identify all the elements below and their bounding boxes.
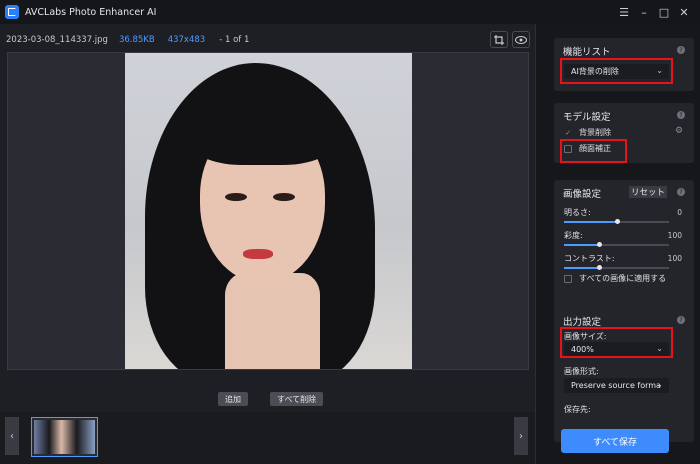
checkbox-icon xyxy=(564,274,572,283)
brightness-label: 明るさ: xyxy=(564,208,591,217)
thumbnail-image xyxy=(34,420,95,454)
minimize-icon[interactable]: – xyxy=(634,0,654,24)
reset-button[interactable]: リセット xyxy=(629,186,668,198)
apply-all-checkbox[interactable]: すべての画像に適用する xyxy=(564,273,666,284)
file-size: 36.85KB xyxy=(118,35,155,45)
brightness-slider[interactable] xyxy=(564,219,669,224)
brightness-value: 0 xyxy=(677,208,682,217)
crop-button[interactable] xyxy=(490,31,508,48)
app-title: AVCLabs Photo Enhancer AI xyxy=(25,6,157,18)
help-icon[interactable]: ? xyxy=(677,188,685,196)
delete-all-button[interactable]: すべて削除 xyxy=(270,392,324,406)
chevron-down-icon: ⌄ xyxy=(656,380,663,389)
menu-icon[interactable]: ☰ xyxy=(614,0,634,24)
title-bar: AVCLabs Photo Enhancer AI ☰ – □ ✕ xyxy=(0,0,700,24)
file-dimensions: 437x483 xyxy=(167,35,206,45)
preview-photo xyxy=(125,53,412,369)
saturation-label: 彩度: xyxy=(564,231,583,240)
page-indicator: - 1 of 1 xyxy=(219,35,250,45)
saturation-slider[interactable] xyxy=(564,242,669,247)
image-format-select[interactable]: Preserve source forma ⌄ xyxy=(564,378,669,393)
check-icon: ✓ xyxy=(565,128,571,137)
image-preview xyxy=(7,52,529,370)
highlight-box xyxy=(560,139,627,163)
image-format-label: 画像形式: xyxy=(564,367,599,376)
thumbnail-item[interactable] xyxy=(31,417,98,457)
help-icon[interactable]: ? xyxy=(677,111,685,119)
output-settings-card: 出力設定 ? 画像サイズ: 400% ⌄ 画像形式: Preserve sour… xyxy=(554,308,694,442)
contrast-label: コントラスト: xyxy=(564,254,615,263)
save-location-label: 保存先: xyxy=(564,405,591,414)
feature-list-title: 機能リスト xyxy=(563,47,611,58)
maximize-icon[interactable]: □ xyxy=(654,0,674,24)
preview-toggle-button[interactable] xyxy=(512,31,530,48)
next-arrow-icon[interactable]: › xyxy=(514,417,528,455)
save-all-button[interactable]: すべて保存 xyxy=(561,429,669,453)
saturation-value: 100 xyxy=(667,231,682,240)
window-controls: ☰ – □ ✕ xyxy=(614,0,694,24)
image-format-value: Preserve source forma xyxy=(571,381,661,390)
contrast-slider[interactable] xyxy=(564,265,669,270)
help-icon[interactable]: ? xyxy=(677,316,685,324)
gear-icon[interactable]: ⚙ xyxy=(675,126,683,136)
settings-panel: 機能リスト ? AI背景の削除 ⌄ モデル設定 ? ✓ 背景削除 ⚙ 顔面補正 … xyxy=(535,24,700,464)
image-settings-card: 画像設定 リセット ? 明るさ: 0 彩度: 100 コントラスト: 100 す… xyxy=(554,180,694,310)
contrast-value: 100 xyxy=(667,254,682,263)
highlight-box xyxy=(560,58,673,84)
prev-arrow-icon[interactable]: ‹ xyxy=(5,417,19,455)
file-info-bar: 2023-03-08_114337.jpg 36.85KB 437x483 - … xyxy=(0,30,535,50)
model-option-background-removal[interactable]: ✓ 背景削除 xyxy=(564,127,611,138)
model-settings-title: モデル設定 xyxy=(563,112,611,123)
app-logo-icon xyxy=(5,5,19,19)
crop-icon xyxy=(494,34,504,45)
eye-icon xyxy=(515,35,527,44)
image-settings-title: 画像設定 xyxy=(563,189,602,200)
file-name: 2023-03-08_114337.jpg xyxy=(6,35,108,45)
help-icon[interactable]: ? xyxy=(677,46,685,54)
add-button[interactable]: 追加 xyxy=(218,392,248,406)
highlight-box xyxy=(560,327,673,358)
close-icon[interactable]: ✕ xyxy=(674,0,694,24)
output-settings-title: 出力設定 xyxy=(563,317,602,328)
feature-list-card: 機能リスト ? AI背景の削除 ⌄ xyxy=(554,38,694,91)
model-settings-card: モデル設定 ? ✓ 背景削除 ⚙ 顔面補正 xyxy=(554,103,694,163)
